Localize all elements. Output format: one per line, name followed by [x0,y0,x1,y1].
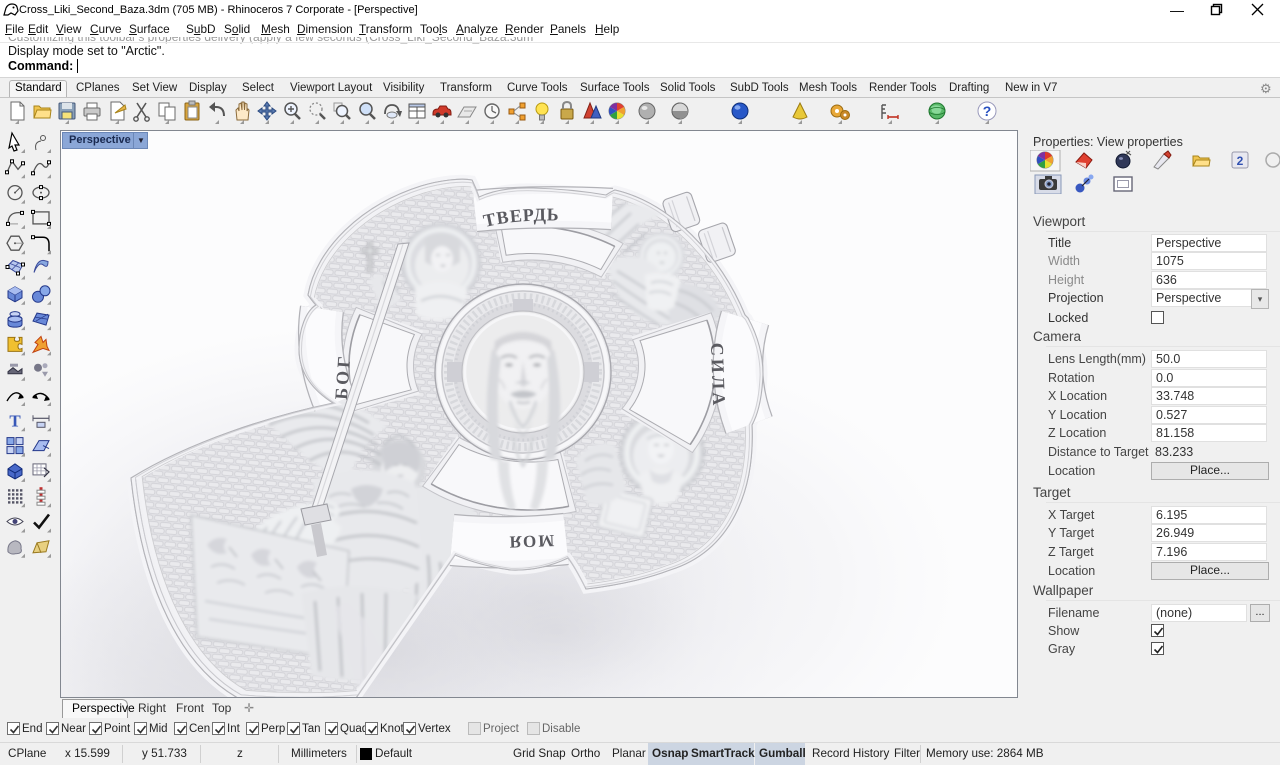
svg-text:МОЯ: МОЯ [507,531,554,552]
svg-text:2: 2 [1237,154,1244,168]
svg-text:?: ? [983,103,992,119]
svg-text:T: T [9,411,21,430]
svg-text:СИЛА: СИЛА [707,342,729,408]
